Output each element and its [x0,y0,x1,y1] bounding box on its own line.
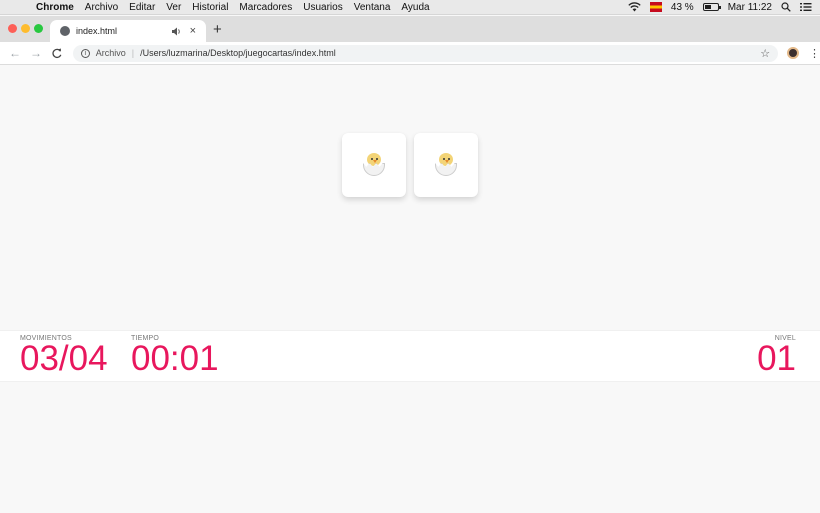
battery-icon[interactable] [702,3,721,11]
globe-icon [60,26,70,36]
back-button[interactable]: ← [9,46,21,60]
menu-usuarios[interactable]: Usuarios [303,2,342,13]
info-icon[interactable]: i [80,48,90,58]
menu-marcadores[interactable]: Marcadores [239,2,292,13]
menu-historial[interactable]: Historial [192,2,228,13]
wifi-icon[interactable] [628,2,641,12]
bookmark-star-icon[interactable]: ☆ [760,47,770,60]
hatching-chick-icon [361,152,387,178]
time-value: 00:01 [131,339,219,378]
close-window-button[interactable] [8,24,17,33]
scheme-label: Archivo [95,48,126,58]
level-value: 01 [757,339,796,378]
new-tab-button[interactable]: + [213,21,222,38]
reload-button[interactable] [51,48,63,59]
moves-value: 03/04 [20,339,108,378]
game-page: MOVIMIENTOS 03/04 TIEMPO 00:01 NIVEL 01 [0,66,820,513]
clock[interactable]: Mar 11:22 [728,2,772,13]
menu-ver[interactable]: Ver [166,2,181,13]
close-tab-button[interactable]: × [190,25,196,37]
list-icon[interactable] [800,2,812,12]
menu-editar[interactable]: Editar [129,2,155,13]
moves-stat: MOVIMIENTOS 03/04 [20,335,108,376]
stats-bar: MOVIMIENTOS 03/04 TIEMPO 00:01 NIVEL 01 [0,330,820,382]
battery-percent[interactable]: 43 % [671,2,694,13]
menu-app-chrome[interactable]: Chrome [36,2,74,13]
tab-title: index.html [76,26,118,36]
memory-card[interactable] [342,133,406,197]
time-stat: TIEMPO 00:01 [131,335,219,376]
tab-index-html[interactable]: index.html × [50,20,206,42]
minimize-window-button[interactable] [21,24,30,33]
fullscreen-window-button[interactable] [34,24,43,33]
hatching-chick-icon [433,152,459,178]
tab-strip: index.html × + [0,16,820,42]
status-area: 43 % Mar 11:22 [628,2,812,13]
menu-archivo[interactable]: Archivo [85,2,118,13]
forward-button[interactable]: → [30,46,42,60]
menu-ayuda[interactable]: Ayuda [401,2,429,13]
url-text[interactable]: /Users/luzmarina/Desktop/juegocartas/ind… [140,48,336,58]
mac-menu-bar: Chrome Archivo Editar Ver Historial Marc… [0,0,820,15]
chrome-menu-button[interactable]: ⋮ [809,47,820,60]
url-separator: | [131,48,135,58]
browser-toolbar: ← → i Archivo | /Users/luzmarina/Desktop… [0,42,820,65]
level-stat: NIVEL 01 [757,335,796,376]
address-bar[interactable]: i Archivo | /Users/luzmarina/Desktop/jue… [72,44,779,62]
flag-icon[interactable] [649,2,662,12]
search-icon[interactable] [781,2,791,12]
memory-card[interactable] [414,133,478,197]
menu-ventana[interactable]: Ventana [354,2,391,13]
profile-avatar[interactable] [787,47,799,59]
speaker-icon[interactable] [171,27,182,36]
